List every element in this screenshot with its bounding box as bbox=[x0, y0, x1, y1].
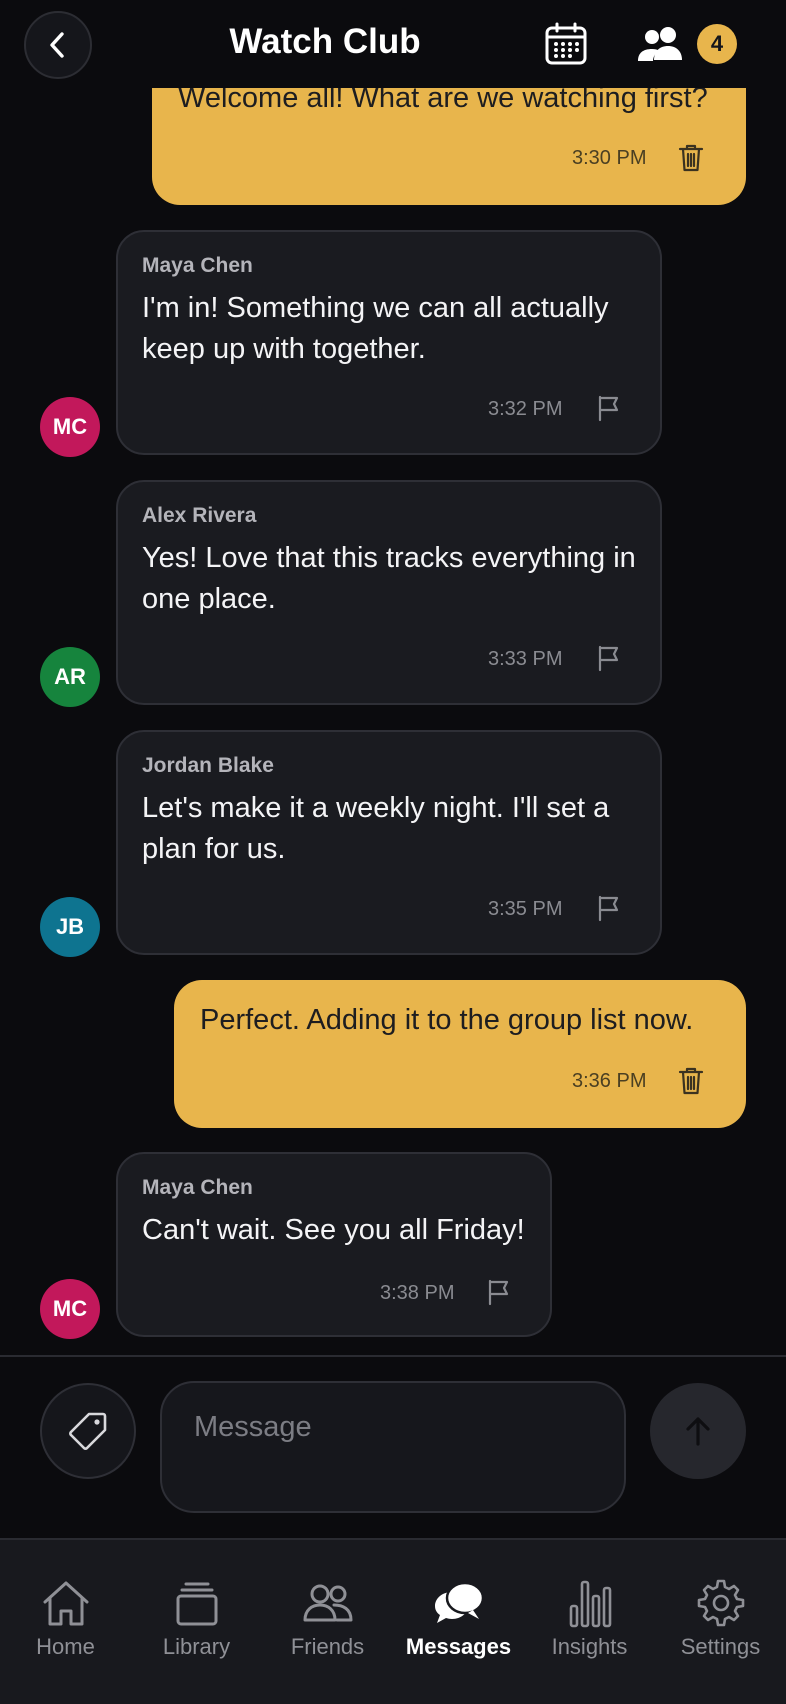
people-icon[interactable] bbox=[636, 24, 684, 64]
nav-label: Friends bbox=[290, 1634, 365, 1659]
nav-label: Insights bbox=[551, 1634, 628, 1659]
incoming-message: Alex Rivera Yes! Love that this tracks e… bbox=[116, 480, 662, 705]
member-count-badge[interactable]: 4 bbox=[697, 24, 737, 64]
sender-name: Jordan Blake bbox=[142, 754, 274, 777]
incoming-message: Maya Chen Can't wait. See you all Friday… bbox=[116, 1152, 552, 1337]
outgoing-message: Perfect. Adding it to the group list now… bbox=[174, 980, 746, 1128]
trash-icon[interactable] bbox=[678, 1066, 704, 1096]
home-icon bbox=[43, 1581, 88, 1626]
message-time: 3:36 PM bbox=[572, 1070, 647, 1092]
flag-icon[interactable] bbox=[486, 1278, 512, 1306]
composer bbox=[0, 1355, 786, 1538]
nav-label: Settings bbox=[680, 1634, 761, 1659]
sender-name: Maya Chen bbox=[142, 1176, 253, 1199]
nav-item-home[interactable]: Home bbox=[0, 1578, 131, 1660]
incoming-message: Maya Chen I'm in! Something we can all a… bbox=[116, 230, 662, 455]
incoming-message: Jordan Blake Let's make it a weekly nigh… bbox=[116, 730, 662, 955]
arrow-up-icon bbox=[686, 1417, 710, 1446]
nav-item-messages[interactable]: Messages bbox=[393, 1578, 524, 1660]
nav-label: Messages bbox=[405, 1634, 512, 1659]
nav-item-library[interactable]: Library bbox=[131, 1578, 262, 1660]
avatar[interactable]: AR bbox=[40, 647, 100, 707]
sender-name: Alex Rivera bbox=[142, 504, 257, 527]
calendar-icon[interactable] bbox=[544, 22, 588, 66]
send-button[interactable] bbox=[650, 1383, 746, 1479]
library-icon bbox=[176, 1582, 217, 1626]
message-text: Let's make it a weekly night. I'll set a… bbox=[142, 792, 610, 865]
message-time: 3:32 PM bbox=[488, 398, 563, 420]
nav-label: Library bbox=[162, 1634, 231, 1659]
bar-chart-icon bbox=[569, 1580, 611, 1628]
message-time: 3:33 PM bbox=[488, 648, 563, 670]
trash-icon[interactable] bbox=[678, 143, 704, 173]
message-list[interactable]: Welcome all! What are we watching first?… bbox=[0, 0, 786, 1355]
message-text: Yes! Love that this tracks everything in… bbox=[142, 542, 636, 615]
tag-icon bbox=[69, 1412, 107, 1450]
avatar[interactable]: MC bbox=[40, 1279, 100, 1339]
message-text: Can't wait. See you all Friday! bbox=[142, 1214, 525, 1246]
message-text: I'm in! Something we can all actually ke… bbox=[142, 292, 609, 365]
friends-icon bbox=[303, 1584, 352, 1622]
message-input[interactable] bbox=[160, 1381, 626, 1513]
message-text: Perfect. Adding it to the group list now… bbox=[200, 1004, 694, 1036]
gear-icon bbox=[697, 1579, 744, 1627]
flag-icon[interactable] bbox=[596, 394, 622, 422]
avatar[interactable]: MC bbox=[40, 397, 100, 457]
message-time: 3:38 PM bbox=[380, 1282, 455, 1304]
header: Watch Club 4 bbox=[0, 0, 786, 88]
nav-item-settings[interactable]: Settings bbox=[655, 1578, 786, 1660]
message-time: 3:30 PM bbox=[572, 147, 647, 169]
nav-item-friends[interactable]: Friends bbox=[262, 1578, 393, 1660]
flag-icon[interactable] bbox=[596, 644, 622, 672]
nav-label: Home bbox=[36, 1634, 95, 1659]
message-time: 3:35 PM bbox=[488, 898, 563, 920]
tag-button[interactable] bbox=[40, 1383, 136, 1479]
sender-name: Maya Chen bbox=[142, 254, 253, 277]
nav-item-insights[interactable]: Insights bbox=[524, 1578, 655, 1660]
chat-bubbles-icon bbox=[434, 1581, 484, 1623]
bottom-nav: Home Library Friends Messages Insights S… bbox=[0, 1538, 786, 1704]
avatar[interactable]: JB bbox=[40, 897, 100, 957]
flag-icon[interactable] bbox=[596, 894, 622, 922]
